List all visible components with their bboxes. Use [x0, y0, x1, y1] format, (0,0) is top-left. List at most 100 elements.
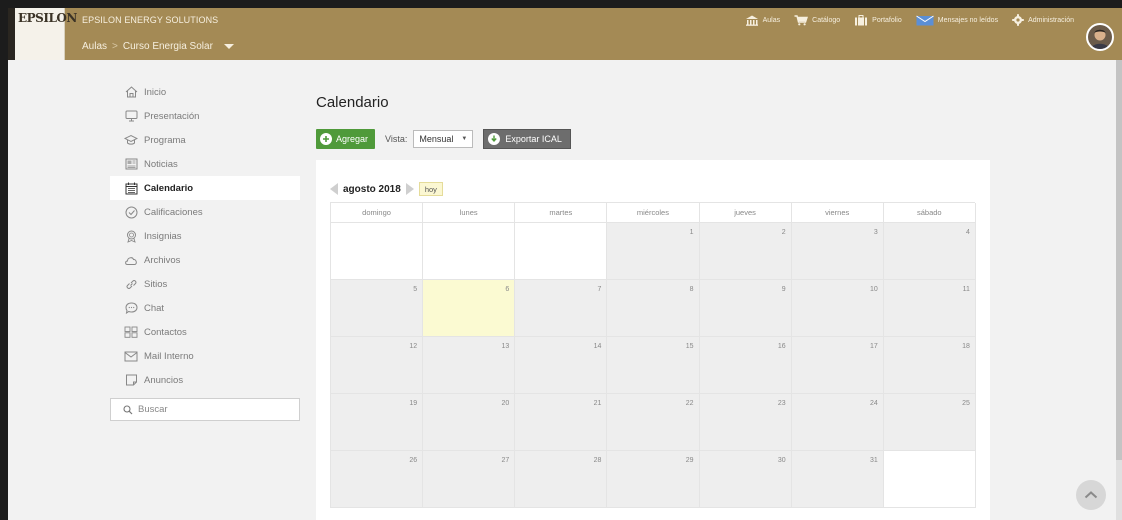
calendar-day[interactable]: 10 [791, 280, 884, 337]
calendar-day[interactable]: 5 [331, 280, 424, 337]
course-sidebar: Inicio Presentación Programa Noticias Ca… [110, 80, 300, 421]
calendar-day [515, 223, 608, 280]
sidebar-item-noticias[interactable]: Noticias [110, 152, 300, 176]
sidebar-item-calificaciones[interactable]: Calificaciones [110, 200, 300, 224]
back-to-top-button[interactable] [1076, 480, 1106, 510]
page-title: Calendario [316, 94, 389, 111]
calendar-day[interactable]: 2 [699, 223, 792, 280]
cloud-icon [124, 253, 138, 267]
calendar-day[interactable]: 31 [791, 451, 884, 508]
calendar-day[interactable]: 28 [515, 451, 608, 508]
calendar-day-number: 27 [501, 457, 510, 464]
user-photo-icon [1088, 25, 1112, 49]
nav-catalogo-label: Catálogo [812, 16, 841, 24]
building-icon [745, 15, 758, 26]
calendar-day-today[interactable]: 6 [423, 280, 516, 337]
course-dropdown-icon[interactable] [223, 44, 234, 49]
calendar-day[interactable]: 1 [607, 223, 700, 280]
page-scrollbar-thumb[interactable] [1116, 60, 1122, 460]
calendar-header: agosto 2018 hoy [330, 182, 443, 196]
calendar-day[interactable]: 9 [699, 280, 792, 337]
calendar-icon [124, 181, 138, 195]
announcement-icon [124, 373, 138, 387]
sidebar-item-sitios[interactable]: Sitios [110, 272, 300, 296]
chevron-up-icon [1084, 491, 1098, 499]
sidebar-item-anuncios[interactable]: Anuncios [110, 368, 300, 392]
calendar-day[interactable]: 8 [607, 280, 700, 337]
nav-aulas[interactable]: Aulas [745, 15, 780, 26]
user-avatar[interactable] [1086, 23, 1114, 51]
calendar-day[interactable]: 18 [883, 337, 976, 394]
sidebar-item-inicio[interactable]: Inicio [110, 80, 300, 104]
view-select-value: Mensual [419, 134, 454, 144]
calendar-day[interactable]: 26 [331, 451, 424, 508]
calendar-day[interactable]: 3 [791, 223, 884, 280]
nav-catalogo[interactable]: Catálogo [794, 14, 841, 26]
calendar-day-number: 20 [501, 400, 510, 407]
today-button[interactable]: hoy [418, 182, 443, 196]
weekday-header: martes [515, 203, 608, 223]
calendar-panel: agosto 2018 hoy domingo lunes martes miérco… [316, 160, 990, 520]
sidebar-item-archivos[interactable]: Archivos [110, 248, 300, 272]
calendar-day[interactable]: 30 [699, 451, 792, 508]
org-name[interactable]: EPSILON ENERGY SOLUTIONS [82, 15, 218, 25]
calendar-day[interactable]: 22 [607, 394, 700, 451]
search-input[interactable]: Buscar [110, 398, 300, 421]
sidebar-item-contactos[interactable]: Contactos [110, 320, 300, 344]
nav-administracion[interactable]: Administración [1012, 14, 1074, 26]
nav-portafolio-label: Portafolio [872, 16, 902, 24]
export-ical-button[interactable]: Exportar ICAL [483, 129, 571, 149]
calendar-day[interactable]: 23 [699, 394, 792, 451]
calendar-day[interactable]: 27 [423, 451, 516, 508]
calendar-day[interactable]: 12 [331, 337, 424, 394]
sidebar-item-mail-interno[interactable]: Mail Interno [110, 344, 300, 368]
sidebar-item-label: Anuncios [144, 374, 184, 386]
calendar-day-number: 2 [781, 229, 786, 236]
prev-month-icon[interactable] [330, 183, 338, 195]
calendar-day[interactable]: 19 [331, 394, 424, 451]
calendar-day[interactable]: 29 [607, 451, 700, 508]
search-placeholder: Buscar [138, 404, 168, 415]
calendar-day[interactable]: 16 [699, 337, 792, 394]
graduation-cap-icon [124, 133, 138, 147]
calendar-day-number: 26 [409, 457, 418, 464]
calendar-day[interactable]: 25 [883, 394, 976, 451]
nav-administracion-label: Administración [1028, 16, 1074, 24]
breadcrumb-current[interactable]: Curso Energia Solar [123, 41, 213, 52]
logo-text: EPSILON [18, 11, 77, 25]
breadcrumb-root[interactable]: Aulas [82, 41, 107, 52]
nav-mensajes[interactable]: Mensajes no leídos [915, 15, 998, 26]
calendar-day[interactable]: 7 [515, 280, 608, 337]
sidebar-item-presentacion[interactable]: Presentación [110, 104, 300, 128]
calendar-day-number: 18 [962, 343, 970, 350]
calendar-day [331, 223, 424, 280]
calendar-day-number: 3 [873, 229, 878, 236]
calendar-day[interactable]: 13 [423, 337, 516, 394]
next-month-icon[interactable] [405, 183, 414, 195]
top-header: EPSILON EPSILON ENERGY SOLUTIONS Aulas >… [8, 8, 1122, 60]
view-select[interactable]: Mensual ▼ [413, 130, 474, 148]
sidebar-item-insignias[interactable]: Insignias [110, 224, 300, 248]
sidebar-item-chat[interactable]: Chat [110, 296, 300, 320]
sidebar-item-calendario[interactable]: Calendario [110, 176, 300, 200]
calendar-day[interactable]: 14 [515, 337, 608, 394]
calendar-day[interactable]: 21 [515, 394, 608, 451]
calendar-grid: domingo lunes martes miércoles jueves viernes… [330, 202, 976, 508]
current-month: agosto 2018 [343, 183, 401, 195]
sidebar-item-programa[interactable]: Programa [110, 128, 300, 152]
epsilon-logo[interactable]: EPSILON [8, 8, 77, 60]
sidebar-item-label: Contactos [144, 326, 187, 338]
calendar-day[interactable]: 24 [791, 394, 884, 451]
calendar-day-number: 13 [501, 343, 510, 350]
sidebar-item-label: Insignias [144, 230, 182, 242]
download-icon [488, 133, 501, 145]
nav-portafolio[interactable]: Portafolio [854, 14, 902, 26]
calendar-day[interactable]: 15 [607, 337, 700, 394]
monitor-icon [124, 109, 138, 123]
calendar-day-number: 21 [593, 400, 602, 407]
calendar-day[interactable]: 11 [883, 280, 976, 337]
calendar-day[interactable]: 4 [883, 223, 976, 280]
calendar-day[interactable]: 17 [791, 337, 884, 394]
calendar-day[interactable]: 20 [423, 394, 516, 451]
add-button[interactable]: Agregar [316, 129, 376, 149]
